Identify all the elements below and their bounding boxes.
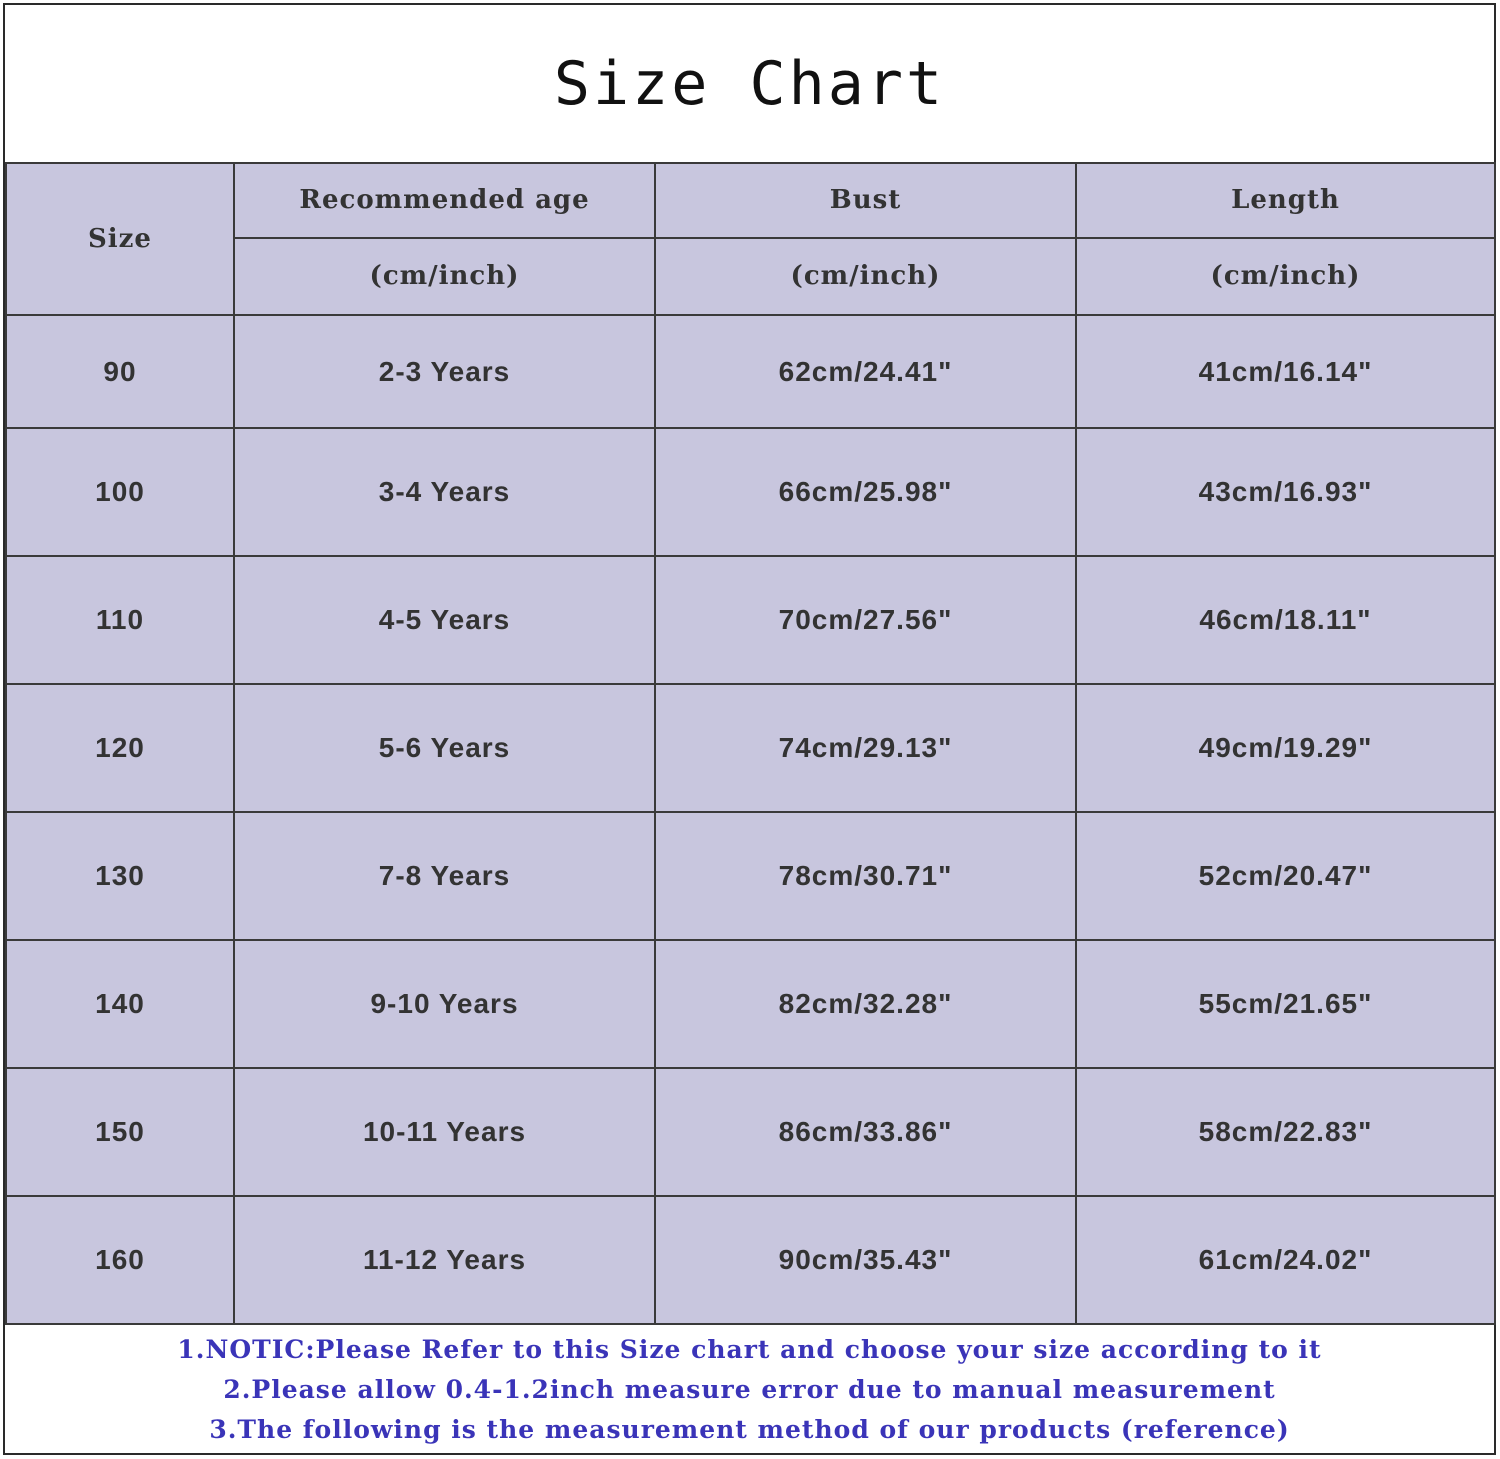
cell-length: 49cm/19.29": [1075, 683, 1496, 813]
table-row: 110 4-5 Years 70cm/27.56" 46cm/18.11": [5, 555, 1496, 685]
cell-bust: 62cm/24.41": [654, 314, 1077, 429]
header-bust-unit: (cm/inch): [654, 236, 1077, 317]
header-length: Length: [1075, 162, 1496, 239]
cell-size: 160: [5, 1195, 235, 1325]
cell-size: 140: [5, 939, 235, 1069]
size-table: Size Recommended age Bust Length (cm/inc…: [5, 162, 1496, 1325]
cell-size: 150: [5, 1067, 235, 1197]
cell-bust: 70cm/27.56": [654, 555, 1077, 685]
table-row: 90 2-3 Years 62cm/24.41" 41cm/16.14": [5, 314, 1496, 429]
cell-size: 90: [5, 314, 235, 429]
cell-size: 130: [5, 811, 235, 941]
header-length-unit: (cm/inch): [1075, 236, 1496, 317]
cell-age: 10-11 Years: [233, 1067, 656, 1197]
cell-length: 55cm/21.65": [1075, 939, 1496, 1069]
table-row: 120 5-6 Years 74cm/29.13" 49cm/19.29": [5, 683, 1496, 813]
cell-age: 3-4 Years: [233, 427, 656, 557]
cell-bust: 78cm/30.71": [654, 811, 1077, 941]
cell-length: 52cm/20.47": [1075, 811, 1496, 941]
cell-bust: 86cm/33.86": [654, 1067, 1077, 1197]
cell-age: 2-3 Years: [233, 314, 656, 429]
note-line: 3.The following is the measurement metho…: [209, 1415, 1290, 1444]
cell-bust: 74cm/29.13": [654, 683, 1077, 813]
table-row: 130 7-8 Years 78cm/30.71" 52cm/20.47": [5, 811, 1496, 941]
cell-bust: 90cm/35.43": [654, 1195, 1077, 1325]
header-age: Recommended age: [233, 162, 656, 239]
cell-bust: 82cm/32.28": [654, 939, 1077, 1069]
note-line: 1.NOTIC:Please Refer to this Size chart …: [177, 1335, 1322, 1364]
cell-size: 120: [5, 683, 235, 813]
note-line: 2.Please allow 0.4-1.2inch measure error…: [223, 1375, 1276, 1404]
cell-size: 100: [5, 427, 235, 557]
chart-title: Size Chart: [553, 48, 946, 119]
cell-length: 46cm/18.11": [1075, 555, 1496, 685]
cell-age: 4-5 Years: [233, 555, 656, 685]
cell-age: 11-12 Years: [233, 1195, 656, 1325]
notes-section: 1.NOTIC:Please Refer to this Size chart …: [5, 1330, 1494, 1455]
size-chart-frame: Size Chart Size Recommended age Bust Len…: [3, 3, 1496, 1455]
table-row: 150 10-11 Years 86cm/33.86" 58cm/22.83": [5, 1067, 1496, 1197]
cell-age: 9-10 Years: [233, 939, 656, 1069]
cell-length: 61cm/24.02": [1075, 1195, 1496, 1325]
table-row: 100 3-4 Years 66cm/25.98" 43cm/16.93": [5, 427, 1496, 557]
cell-bust: 66cm/25.98": [654, 427, 1077, 557]
cell-age: 7-8 Years: [233, 811, 656, 941]
header-row: Size Recommended age Bust Length: [5, 162, 1496, 316]
table-row: 160 11-12 Years 90cm/35.43" 61cm/24.02": [5, 1195, 1496, 1325]
header-age-unit: (cm/inch): [233, 236, 656, 317]
cell-length: 43cm/16.93": [1075, 427, 1496, 557]
cell-size: 110: [5, 555, 235, 685]
cell-length: 41cm/16.14": [1075, 314, 1496, 429]
cell-length: 58cm/22.83": [1075, 1067, 1496, 1197]
header-size: Size: [5, 162, 235, 316]
table-row: 140 9-10 Years 82cm/32.28" 55cm/21.65": [5, 939, 1496, 1069]
header-bust: Bust: [654, 162, 1077, 239]
cell-age: 5-6 Years: [233, 683, 656, 813]
